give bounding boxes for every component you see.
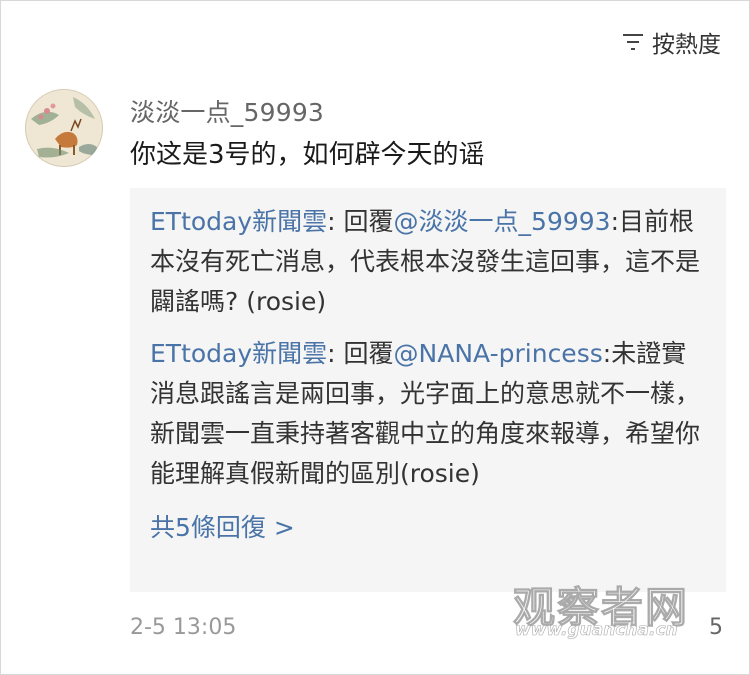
replies-panel: ETtoday新聞雲: 回覆@淡淡一点_59993:目前根本沒有死亡消息，代表根… [130, 188, 726, 592]
sort-by-popularity-button[interactable]: 按熱度 [622, 25, 721, 59]
reply-mention[interactable]: @淡淡一点_59993 [394, 207, 611, 236]
username[interactable]: 淡淡一点_59993 [130, 93, 324, 129]
sort-lines-icon [623, 34, 643, 50]
like-count[interactable]: 5 [709, 615, 723, 640]
view-all-replies-link[interactable]: 共5條回復 > [150, 508, 295, 548]
comment-timestamp: 2-5 13:05 [130, 615, 237, 640]
reply-author[interactable]: ETtoday新聞雲 [150, 339, 327, 368]
watermark-url: www.guancha.cn [515, 620, 678, 641]
watermark: 观察者网 www.guancha.cn [505, 574, 705, 644]
reply-item: ETtoday新聞雲: 回覆@NANA-princess:未證實消息跟謠言是兩回… [150, 339, 701, 488]
comment-text: 你这是3号的，如何辟今天的谣 [130, 140, 485, 170]
reply-mention[interactable]: @NANA-princess [394, 339, 603, 368]
deer-painting-icon [26, 90, 102, 166]
sort-label: 按熱度 [652, 32, 721, 58]
reply-item: ETtoday新聞雲: 回覆@淡淡一点_59993:目前根本沒有死亡消息，代表根… [150, 207, 701, 316]
reply-author[interactable]: ETtoday新聞雲 [150, 207, 327, 236]
user-avatar[interactable] [25, 89, 103, 167]
